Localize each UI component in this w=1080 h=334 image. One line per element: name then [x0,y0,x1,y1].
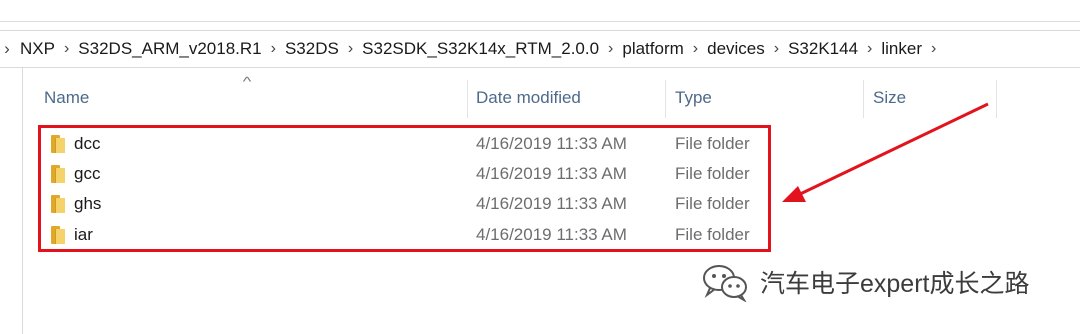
wechat-icon [703,265,747,302]
watermark-text: 汽车电子expert成长之路 [760,270,1030,298]
arrow-shaft [795,102,989,198]
watermark: 汽车电子expert成长之路 [700,262,1029,302]
